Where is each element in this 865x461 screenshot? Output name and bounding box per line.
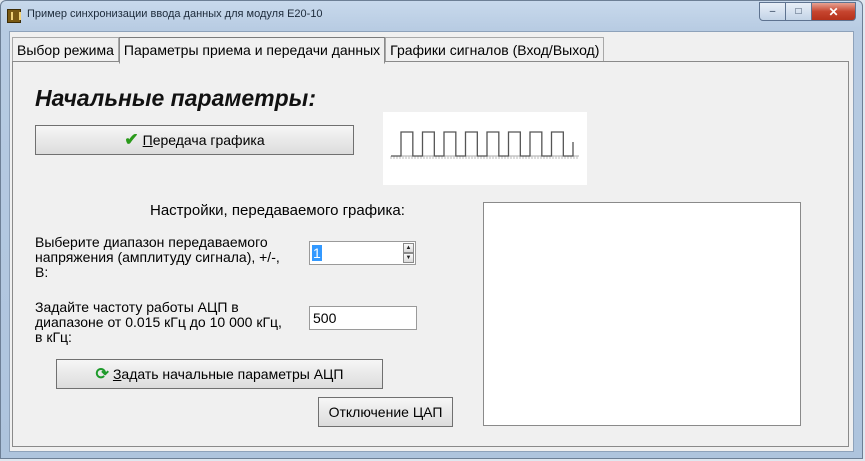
set-adc-params-button[interactable]: ⟳ Задать начальные параметры АЦП [56,359,383,389]
frequency-input[interactable]: 500 [309,306,417,330]
app-icon [7,9,21,23]
transmit-button-mnemonic: П [142,132,153,148]
voltage-label: Выберите диапазон передаваемого напряжен… [35,235,280,280]
tab-data-params[interactable]: Параметры приема и передачи данных [118,37,386,64]
output-area [483,202,801,426]
spin-down-arrow-icon[interactable]: ▼ [403,253,414,263]
voltage-spinbox[interactable]: 1 ▲ ▼ [309,241,416,265]
close-button[interactable]: ✕ [812,2,856,21]
checkmark-icon: ✔ [124,130,139,149]
maximize-button[interactable]: □ [786,2,812,21]
spin-up-arrow-icon[interactable]: ▲ [403,243,414,253]
page-title: Начальные параметры: [35,85,316,111]
transmit-graph-button[interactable]: ✔ Передача графика [35,125,354,155]
tab-mode-select[interactable]: Выбор режима [12,37,119,63]
dac-off-button[interactable]: Отключение ЦАП [318,397,453,427]
client-area: Выбор режима Параметры приема и передачи… [9,31,854,452]
voltage-label-line: Выберите диапазон передаваемого [35,234,268,250]
voltage-label-line: В: [35,264,49,280]
app-window: Пример синхронизации ввода данных для мо… [0,0,863,459]
refresh-icon: ⟳ [95,366,109,383]
square-wave-line [391,131,574,157]
transmit-button-label: ередача графика [152,132,265,148]
frequency-label-line: в кГц: [35,329,72,345]
frequency-label-line: диапазоне от 0.015 кГц до 10 000 кГц, [35,314,282,330]
set-params-label: адать начальные параметры АЦП [121,366,344,382]
tab-strip: Выбор режима Параметры приема и передачи… [12,37,605,64]
minimize-button[interactable]: – [759,2,786,21]
frequency-label-line: Задайте частоту работы АЦП в [35,299,239,315]
tab-signal-graphs[interactable]: Графики сигналов (Вход/Выход) [385,37,605,63]
window-title: Пример синхронизации ввода данных для мо… [27,8,323,20]
signal-preview-image [383,112,587,185]
section-label: Настройки, передаваемого графика: [150,202,405,219]
voltage-value: 1 [312,245,322,261]
voltage-label-line: напряжения (амплитуду сигнала), +/-, [35,249,280,265]
frequency-label: Задайте частоту работы АЦП в диапазоне о… [35,300,282,345]
title-bar: Пример синхронизации ввода данных для мо… [1,1,862,31]
